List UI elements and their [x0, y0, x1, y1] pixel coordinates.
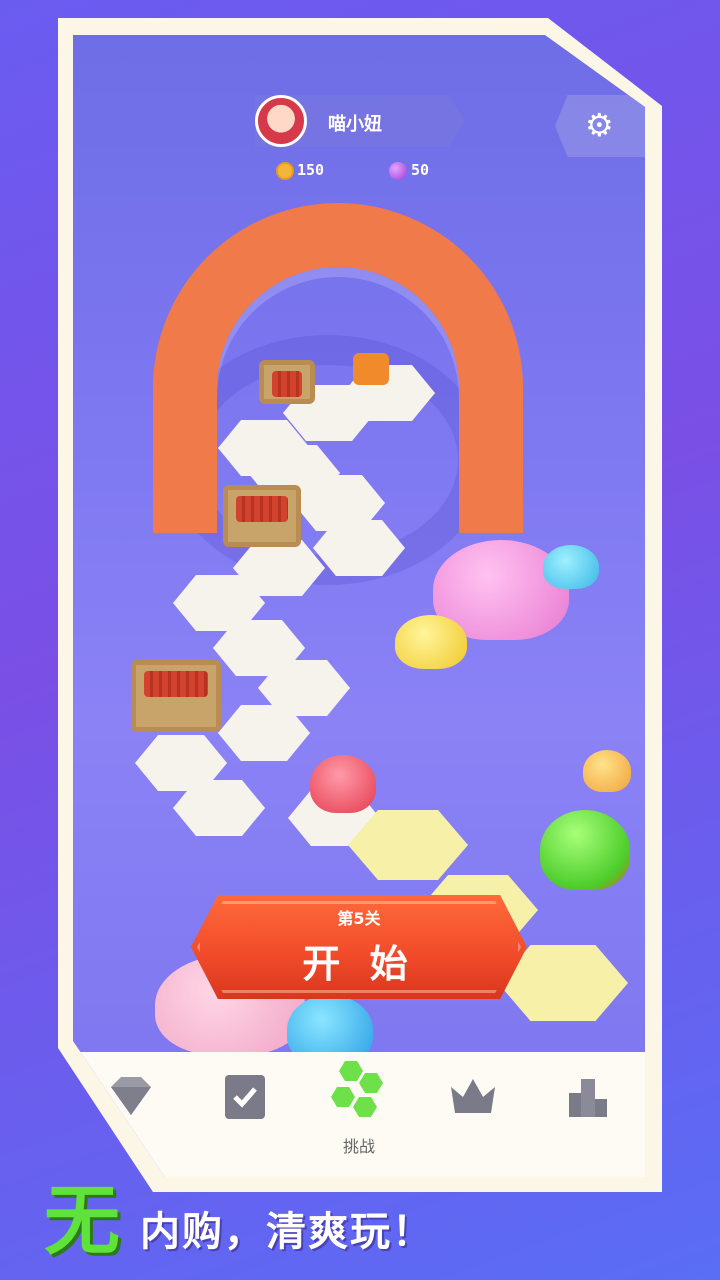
tab-stats[interactable]: [559, 1067, 619, 1127]
treasure-chest: [131, 660, 221, 732]
player-ball: [310, 755, 376, 813]
game-screen: 喵小妞 ⚙ 150 50 第5关 开 始 挑战: [73, 35, 645, 1177]
tab-challenge-label: 挑战: [342, 1137, 375, 1156]
slogan-highlight: 无: [44, 1176, 120, 1265]
avatar[interactable]: [255, 95, 307, 147]
coin-count: 150: [297, 161, 325, 179]
leaderboard-icon: [569, 1079, 607, 1117]
username: 喵小妞: [328, 114, 382, 135]
orange-candy: [583, 750, 631, 792]
gem-count: 50: [411, 161, 430, 179]
task-book-icon: [225, 1075, 265, 1119]
gem-icon: [389, 162, 407, 180]
treasure-chest: [223, 485, 301, 547]
coin-icon: [276, 162, 294, 180]
tab-challenge[interactable]: [323, 1057, 395, 1129]
start-label: 开 始: [302, 942, 416, 986]
yellow-dome: [395, 615, 467, 669]
level-label: 第5关: [337, 909, 381, 928]
green-jelly: [540, 810, 630, 890]
crown-icon: [451, 1079, 495, 1113]
blue-dome: [543, 545, 599, 589]
gift-box: [353, 353, 389, 385]
slogan-text: 内购，清爽玩！: [140, 1209, 434, 1255]
hex-challenge-icon: [331, 1061, 383, 1117]
tab-rank[interactable]: [443, 1067, 503, 1127]
tab-tasks[interactable]: [215, 1067, 275, 1127]
treasure-chest: [259, 360, 315, 404]
gear-icon[interactable]: ⚙: [585, 107, 614, 143]
